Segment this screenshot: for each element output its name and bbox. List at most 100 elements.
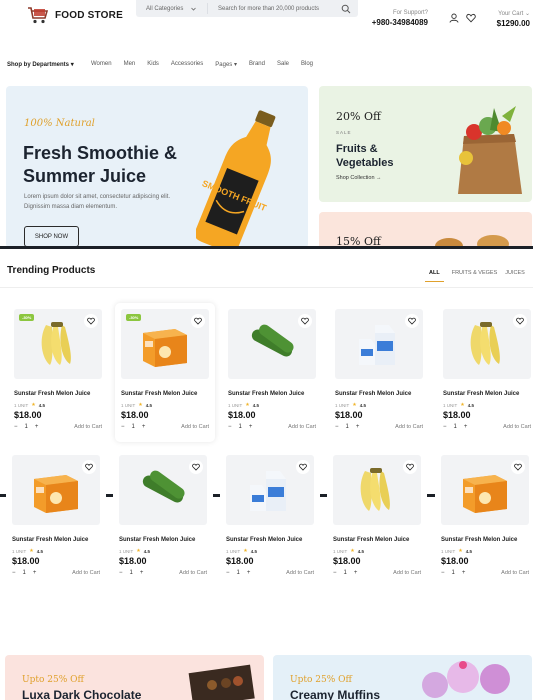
wishlist-button[interactable] [513,314,527,328]
product-name[interactable]: Sunstar Fresh Melon Juice [14,391,90,397]
quantity-value[interactable]: 1 [130,570,133,576]
plus-icon[interactable]: + [247,570,251,576]
quantity-value[interactable]: 1 [132,424,135,430]
add-to-cart-button[interactable]: Add to Cart [393,570,421,576]
product-card[interactable]: Sunstar Fresh Melon Juice 1 UNIT ★ 4.5 $18.0… [327,449,427,588]
minus-icon[interactable]: − [12,570,16,576]
minus-icon[interactable]: − [226,570,230,576]
wishlist-button[interactable] [84,314,98,328]
plus-icon[interactable]: + [33,570,37,576]
banner-chocolate[interactable]: Upto 25% Off Luxa Dark Chocolate [5,655,264,700]
tab-juices[interactable]: JUICES [505,270,525,282]
wishlist-button[interactable] [405,314,419,328]
search-input[interactable]: Search for more than 20,000 products [208,6,341,12]
add-to-cart-button[interactable]: Add to Cart [72,570,100,576]
minus-icon[interactable]: − [335,424,339,430]
plus-icon[interactable]: + [142,424,146,430]
logo[interactable]: FOOD STORE [27,6,123,24]
quantity-value[interactable]: 1 [452,570,455,576]
product-name[interactable]: Sunstar Fresh Melon Juice [226,537,302,543]
wishlist-button[interactable] [82,460,96,474]
wishlist-button[interactable] [296,460,310,474]
nav-link-blog[interactable]: Blog [301,61,313,68]
nav-link-women[interactable]: Women [91,61,112,68]
plus-icon[interactable]: + [356,424,360,430]
minus-icon[interactable]: − [441,570,445,576]
support-phone[interactable]: +980-34984089 [370,18,428,27]
quantity-value[interactable]: 1 [344,570,347,576]
nav-link-accessories[interactable]: Accessories [171,61,203,68]
category-select[interactable]: All Categories [136,3,208,14]
heart-icon[interactable] [466,13,476,23]
product-name[interactable]: Sunstar Fresh Melon Juice [443,391,519,397]
minus-icon[interactable]: − [119,570,123,576]
product-unit: 1 UNIT [14,402,29,408]
product-card[interactable]: -30% Sunstar Fresh Melon Juice 1 UNIT ★ 4.5 $… [115,303,215,442]
add-to-cart-button[interactable]: Add to Cart [286,570,314,576]
product-card[interactable]: Sunstar Fresh Melon Juice 1 UNIT ★ 4.5 $18.0… [435,449,533,588]
promo-second[interactable]: 15% Off [319,212,532,248]
quantity-stepper: − 1 + [121,424,145,430]
departments-menu[interactable]: Shop by Departments ▾ [7,61,74,68]
promo-fruits-vegetables[interactable]: 20% Off SALE Fruits & Vegetables Shop Co… [319,86,532,202]
quantity-value[interactable]: 1 [23,570,26,576]
minus-icon[interactable]: − [121,424,125,430]
nav-link-pages[interactable]: Pages ▾ [215,61,237,68]
product-card[interactable]: Sunstar Fresh Melon Juice 1 UNIT ★ 4.5 $18.0… [220,449,320,588]
product-card[interactable]: Sunstar Fresh Melon Juice 1 UNIT ★ 4.5 $18.0… [113,449,213,588]
minus-icon[interactable]: − [443,424,447,430]
quantity-value[interactable]: 1 [239,424,242,430]
tab-fruits-veges[interactable]: FRUITS & VEGES [452,270,498,282]
product-price: $18.00 [335,410,363,420]
product-card[interactable]: Sunstar Fresh Melon Juice 1 UNIT ★ 4.5 $18.0… [437,303,533,442]
wishlist-button[interactable] [403,460,417,474]
minus-icon[interactable]: − [228,424,232,430]
cart-summary[interactable]: Your Cart ⌄ $1290.00 [490,10,530,28]
product-name[interactable]: Sunstar Fresh Melon Juice [119,537,195,543]
wishlist-button[interactable] [298,314,312,328]
add-to-cart-button[interactable]: Add to Cart [503,424,531,430]
plus-icon[interactable]: + [140,570,144,576]
plus-icon[interactable]: + [464,424,468,430]
product-card[interactable]: -30% Sunstar Fresh Melon Juice 1 UNIT ★ 4.5 $… [8,303,108,442]
add-to-cart-button[interactable]: Add to Cart [181,424,209,430]
quantity-value[interactable]: 1 [237,570,240,576]
product-card[interactable]: Sunstar Fresh Melon Juice 1 UNIT ★ 4.5 $18.0… [329,303,429,442]
product-name[interactable]: Sunstar Fresh Melon Juice [333,537,409,543]
shop-now-button[interactable]: SHOP NOW [24,226,79,247]
add-to-cart-button[interactable]: Add to Cart [288,424,316,430]
nav-link-kids[interactable]: Kids [147,61,159,68]
tab-all[interactable]: ALL [425,270,444,282]
quantity-value[interactable]: 1 [25,424,28,430]
nav-link-men[interactable]: Men [124,61,136,68]
shop-collection-link[interactable]: Shop Collection → [336,175,382,181]
add-to-cart-button[interactable]: Add to Cart [74,424,102,430]
add-to-cart-button[interactable]: Add to Cart [179,570,207,576]
quantity-value[interactable]: 1 [454,424,457,430]
add-to-cart-button[interactable]: Add to Cart [501,570,529,576]
plus-icon[interactable]: + [35,424,39,430]
user-icon[interactable] [449,13,459,23]
plus-icon[interactable]: + [249,424,253,430]
product-card[interactable]: Sunstar Fresh Melon Juice 1 UNIT ★ 4.5 $18.0… [6,449,106,588]
nav-link-brand[interactable]: Brand [249,61,265,68]
minus-icon[interactable]: − [14,424,18,430]
add-to-cart-button[interactable]: Add to Cart [395,424,423,430]
product-name[interactable]: Sunstar Fresh Melon Juice [12,537,88,543]
minus-icon[interactable]: − [333,570,337,576]
wishlist-button[interactable] [511,460,525,474]
product-name[interactable]: Sunstar Fresh Melon Juice [335,391,411,397]
plus-icon[interactable]: + [354,570,358,576]
product-name[interactable]: Sunstar Fresh Melon Juice [228,391,304,397]
product-unit: 1 UNIT [121,402,136,408]
product-name[interactable]: Sunstar Fresh Melon Juice [121,391,197,397]
product-name[interactable]: Sunstar Fresh Melon Juice [441,537,517,543]
quantity-value[interactable]: 1 [346,424,349,430]
wishlist-button[interactable] [191,314,205,328]
search-icon[interactable] [341,4,351,14]
product-card[interactable]: Sunstar Fresh Melon Juice 1 UNIT ★ 4.5 $18.0… [222,303,322,442]
banner-muffins[interactable]: Upto 25% Off Creamy Muffins [273,655,532,700]
wishlist-button[interactable] [189,460,203,474]
nav-link-sale[interactable]: Sale [277,61,289,68]
plus-icon[interactable]: + [462,570,466,576]
